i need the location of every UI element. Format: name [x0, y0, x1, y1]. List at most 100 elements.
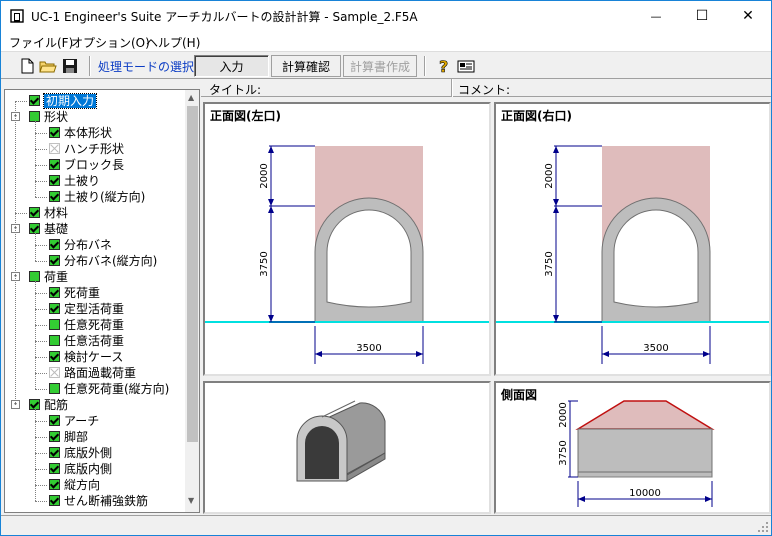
- app-icon: [10, 9, 24, 23]
- title-bar: UC-1 Engineer's Suite アーチカルバートの設計計算 - Sa…: [1, 1, 771, 31]
- tree-connector: [35, 341, 47, 342]
- front-view-left-panel[interactable]: 正面図(左口) 2000 3750 3500: [203, 102, 491, 376]
- checkbox-icon: [49, 159, 60, 170]
- tree-item-label: 底版外側: [64, 446, 113, 460]
- front-view-right-panel[interactable]: 正面図(右口) 2000 3750 3500: [494, 102, 771, 376]
- tree-connector: [35, 165, 47, 166]
- tree-item[interactable]: 任意活荷重: [49, 333, 124, 349]
- checkbox-icon: [49, 351, 60, 362]
- side-view-panel[interactable]: 側面図 2000 3750 10000: [494, 381, 771, 514]
- tree-item-label: 初期入力: [42, 93, 98, 109]
- tree-scrollbar[interactable]: ▲ ▼: [185, 90, 199, 512]
- tree-item-label: 形状: [44, 110, 69, 124]
- tree-branch-line: [35, 233, 36, 261]
- checkbox-icon: [49, 303, 60, 314]
- tree-item[interactable]: 本体形状: [49, 125, 112, 141]
- tree-item-label: 土被り: [64, 174, 101, 188]
- tree-connector: [35, 389, 47, 390]
- tree-item[interactable]: 初期入力: [29, 93, 98, 109]
- calc-check-button[interactable]: 計算確認: [271, 55, 341, 77]
- tree-item-label: 配筋: [44, 398, 69, 412]
- open-folder-icon[interactable]: [39, 57, 57, 75]
- maximize-button[interactable]: ☐: [679, 1, 725, 31]
- tree-item[interactable]: せん断補強鉄筋: [49, 493, 148, 509]
- tree-item[interactable]: アーチ: [49, 413, 99, 429]
- tree-item[interactable]: 土被り: [49, 173, 100, 189]
- tree-item-label: 検討ケース: [64, 350, 124, 364]
- checkbox-icon: [49, 175, 60, 186]
- tree-connector: [15, 213, 27, 214]
- tree-item[interactable]: ハンチ形状: [49, 141, 124, 157]
- tree-item[interactable]: 土被り(縦方向): [49, 189, 145, 205]
- comment-label: コメント:: [458, 83, 511, 97]
- save-icon[interactable]: [61, 57, 79, 75]
- minimize-icon: —: [650, 9, 662, 23]
- minimize-button[interactable]: —: [633, 1, 679, 31]
- scroll-down-icon[interactable]: ▼: [188, 496, 194, 505]
- info-card-icon[interactable]: [457, 57, 475, 75]
- tree-item[interactable]: 検討ケース: [49, 349, 123, 365]
- help-icon[interactable]: ?: [435, 57, 453, 75]
- checkbox-icon: [49, 287, 60, 298]
- menu-file[interactable]: ファイル(F): [9, 34, 73, 51]
- front-view-left-drawing: 2000 3750 3500: [205, 145, 489, 364]
- unchecked-box-icon: [49, 367, 60, 378]
- tree-item[interactable]: 分布バネ(縦方向): [49, 253, 157, 269]
- dim-width: 3500: [643, 343, 668, 354]
- checkbox-icon: [49, 255, 60, 266]
- menu-help[interactable]: ヘルプ(H): [146, 34, 200, 51]
- title-label: タイトル:: [209, 83, 262, 97]
- tree-connector: [35, 373, 47, 374]
- main-window: UC-1 Engineer's Suite アーチカルバートの設計計算 - Sa…: [0, 0, 772, 536]
- new-file-icon[interactable]: [18, 57, 36, 75]
- checkbox-icon: [49, 415, 60, 426]
- tree-item-label: ハンチ形状: [64, 142, 125, 156]
- side-dim-length: 10000: [629, 488, 661, 499]
- tree-connector: [35, 261, 47, 262]
- tree-item[interactable]: 路面過載荷重: [49, 365, 136, 381]
- tree-item[interactable]: 底版外側: [49, 445, 112, 461]
- tree-item[interactable]: 任意死荷重: [49, 317, 124, 333]
- scroll-thumb[interactable]: [187, 106, 198, 442]
- tree-connector: [35, 245, 47, 246]
- tree-item[interactable]: 死荷重: [49, 285, 100, 301]
- tree-connector: [35, 485, 47, 486]
- scroll-up-icon[interactable]: ▲: [188, 93, 194, 102]
- checkbox-icon: [49, 463, 60, 474]
- checkbox-icon: [49, 479, 60, 490]
- tree-item[interactable]: ブロック長: [49, 157, 124, 173]
- tree-item[interactable]: 材料: [29, 205, 68, 221]
- menu-options[interactable]: オプション(O): [71, 34, 150, 51]
- tree-connector: [35, 133, 47, 134]
- tree-item[interactable]: 定型活荷重: [49, 301, 124, 317]
- tree-item[interactable]: 脚部: [49, 429, 88, 445]
- tree-connector: [35, 325, 47, 326]
- tree-item[interactable]: 底版内側: [49, 461, 112, 477]
- tree-root-line: [15, 101, 16, 405]
- checkbox-icon: [49, 383, 60, 394]
- side-dim-cover: 2000: [558, 402, 569, 427]
- info-bar: タイトル: コメント:: [201, 79, 771, 97]
- dim-width: 3500: [356, 343, 381, 354]
- tree-item[interactable]: 任意死荷重(縦方向): [49, 381, 169, 397]
- isometric-view-panel[interactable]: [203, 381, 491, 514]
- tree-item-label: 荷重: [44, 270, 69, 284]
- tree-item[interactable]: 縦方向: [49, 477, 100, 493]
- tree-item[interactable]: 分布バネ: [49, 237, 112, 253]
- resize-grip-icon[interactable]: [757, 521, 769, 533]
- tree-connector: [35, 357, 47, 358]
- checkbox-icon: [49, 191, 60, 202]
- menu-bar: ファイル(F) オプション(O) ヘルプ(H): [1, 31, 771, 51]
- side-view-drawing: 2000 3750 10000: [558, 400, 715, 507]
- front-view-right-drawing: 2000 3750 3500: [496, 145, 769, 364]
- unchecked-box-icon: [49, 143, 60, 154]
- input-tree: ▲ ▼ 初期入力 - 形状 本体形状 ハンチ形状 ブロック長 土被り 土被り(縦方向) 材料 - 基…: [4, 89, 200, 513]
- tree-connector: [35, 453, 47, 454]
- maximize-icon: ☐: [695, 8, 709, 24]
- input-mode-button[interactable]: 入力: [194, 55, 269, 77]
- close-button[interactable]: ✕: [725, 1, 771, 31]
- report-create-button[interactable]: 計算書作成: [343, 55, 417, 77]
- tree-item-label: 縦方向: [64, 478, 101, 492]
- dim-cover: 2000: [259, 163, 270, 188]
- dim-cover: 2000: [544, 163, 555, 188]
